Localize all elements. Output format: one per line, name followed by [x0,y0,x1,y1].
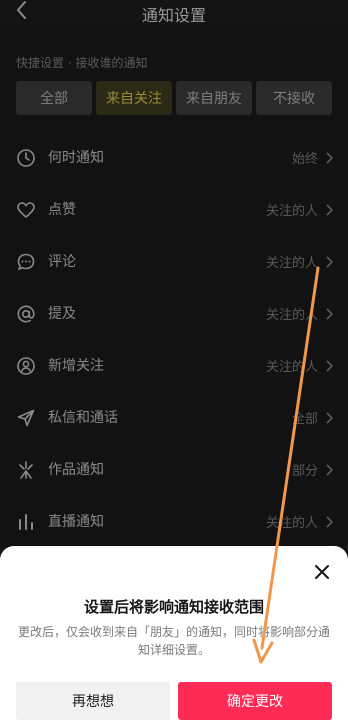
live-bars-icon [19,514,33,530]
at-icon [17,305,35,323]
chevron-right-icon [326,412,334,424]
row-value: 关注的人 [265,516,318,531]
confirm-sheet: 设置后将影响通知接收范围 更改后，仅会收到来自「朋友」的通知，同时将影响部分通知… [0,546,348,720]
row-works-notify[interactable]: 作品通知 部分 [0,443,348,495]
row-when-notify[interactable]: 何时通知 始终 [0,131,348,183]
row-value: 关注的人 [265,256,318,271]
row-label: 直播通知 [48,514,104,530]
sheet-title: 设置后将影响通知接收范围 [83,598,264,616]
row-live-notify[interactable]: 直播通知 关注的人 [0,495,348,547]
chip-from-friends[interactable]: 来自朋友 [176,81,252,115]
row-label: 私信和通话 [48,410,118,426]
row-label: 评论 [48,254,76,270]
row-value: 关注的人 [265,360,318,375]
chevron-right-icon [326,308,334,320]
sparkle-icon [19,461,33,479]
quick-settings-label: 快捷设置 · 接收谁的通知 [16,56,148,70]
user-add-icon [17,357,35,375]
close-icon[interactable] [314,564,330,580]
row-label: 何时通知 [48,150,104,166]
chevron-right-icon [326,204,334,216]
row-value: 全部 [291,412,318,427]
row-value: 关注的人 [265,308,318,323]
chip-none[interactable]: 不接收 [256,81,332,115]
chevron-right-icon [326,152,334,164]
row-label: 点赞 [48,202,76,218]
confirm-change-button[interactable]: 确定更改 [178,682,332,720]
heart-icon [17,202,35,219]
send-icon [17,409,35,427]
row-messages-calls[interactable]: 私信和通话 全部 [0,391,348,443]
header: 通知设置 [0,0,348,26]
row-value: 始终 [291,152,318,167]
row-mentions[interactable]: 提及 关注的人 [0,287,348,339]
page-title: 通知设置 [141,6,206,25]
chevron-right-icon [326,360,334,372]
row-value: 部分 [291,464,318,479]
row-value: 关注的人 [265,204,318,219]
row-new-followers[interactable]: 新增关注 关注的人 [0,339,348,391]
rethink-button[interactable]: 再想想 [16,682,170,720]
chevron-right-icon [326,464,334,476]
row-label: 新增关注 [48,358,104,374]
chip-from-following[interactable]: 来自关注 [96,81,172,115]
chevron-right-icon [326,516,334,528]
chevron-right-icon [326,256,334,268]
comment-icon [17,253,35,271]
row-likes[interactable]: 点赞 关注的人 [0,183,348,235]
sheet-description: 更改后，仅会收到来自「朋友」的通知，同时将影响部分通知详细设置。 [18,625,331,657]
chip-all[interactable]: 全部 [16,81,92,115]
row-label: 作品通知 [48,462,104,478]
row-label: 提及 [48,306,76,322]
row-comments[interactable]: 评论 关注的人 [0,235,348,287]
clock-icon [17,149,35,167]
